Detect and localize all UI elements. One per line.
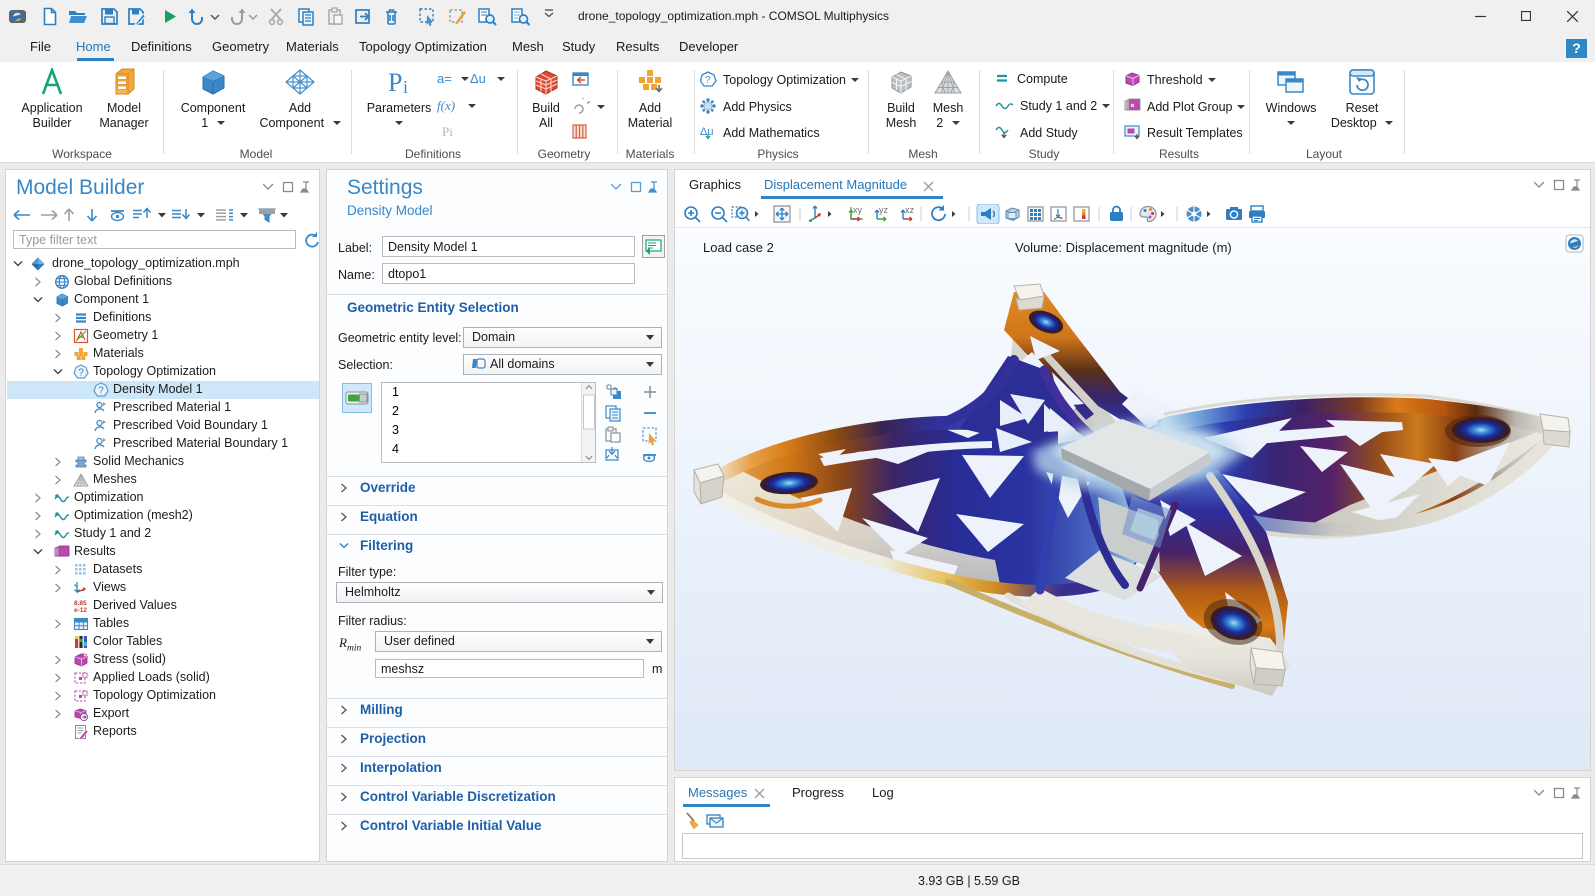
svg-text:P: P (388, 68, 402, 96)
svg-text:?: ? (705, 75, 711, 86)
svg-text:Δu: Δu (470, 71, 486, 86)
svg-text:xy: xy (853, 205, 863, 215)
svg-text:Pi: Pi (442, 124, 453, 139)
svg-text:yz: yz (879, 205, 889, 215)
svg-text:f(x): f(x) (437, 98, 455, 113)
svg-text:a=: a= (437, 71, 452, 86)
svg-text:i: i (403, 77, 408, 96)
svg-text:xz: xz (905, 205, 915, 215)
